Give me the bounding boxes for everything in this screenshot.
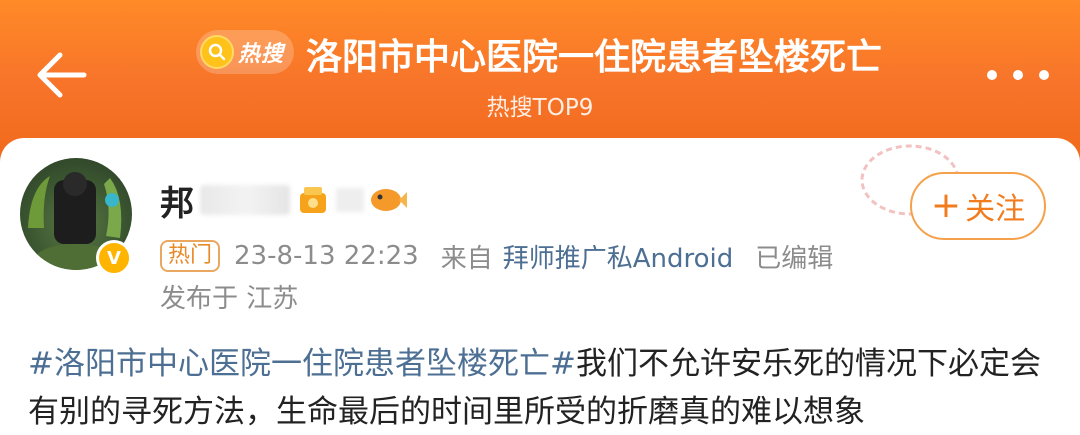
username[interactable]: 邦 [160,176,194,225]
topic-hashtag-link[interactable]: #洛阳市中心医院一住院患者坠楼死亡# [28,346,576,382]
more-dots-icon [987,70,1049,80]
source-link[interactable]: 拜师推广私Android [503,238,734,275]
follow-label: 关注 [965,192,1026,227]
edited-label: 已编辑 [755,243,834,274]
source-prefix: 来自 [440,243,493,274]
page-title: 洛阳市中心医院一住院患者坠楼死亡 [306,37,883,78]
hot-badge-label: 热搜 [238,42,285,67]
timestamp: 23-8-13 22:23 [234,241,419,271]
hot-search-badge: 热搜 [196,30,294,74]
search-icon [200,35,234,69]
blurred-badge [336,188,364,212]
blurred-username [200,185,290,215]
header-bar: 热搜 洛阳市中心医院一住院患者坠楼死亡 热搜TOP9 [0,0,1080,150]
fish-badge-icon [371,189,407,211]
page-subtitle: 热搜TOP9 [486,95,594,121]
hot-tag-badge: 热门 [160,240,221,272]
post-location: 发布于 江苏 [160,284,299,314]
post-meta: 热门 23-8-13 22:23 来自 拜师推广私Android 已编辑 [160,236,833,276]
plus-icon: + [930,185,962,226]
post-body: #洛阳市中心医院一住院患者坠楼死亡#我们不允许安乐死的情况下必定会有别的寻死方法… [28,340,1058,435]
medal-icon [300,187,326,213]
verified-badge-icon: V [96,240,132,276]
more-button[interactable] [978,50,1058,100]
follow-button[interactable]: + 关注 [910,172,1046,240]
username-row[interactable]: 邦 [160,176,408,225]
